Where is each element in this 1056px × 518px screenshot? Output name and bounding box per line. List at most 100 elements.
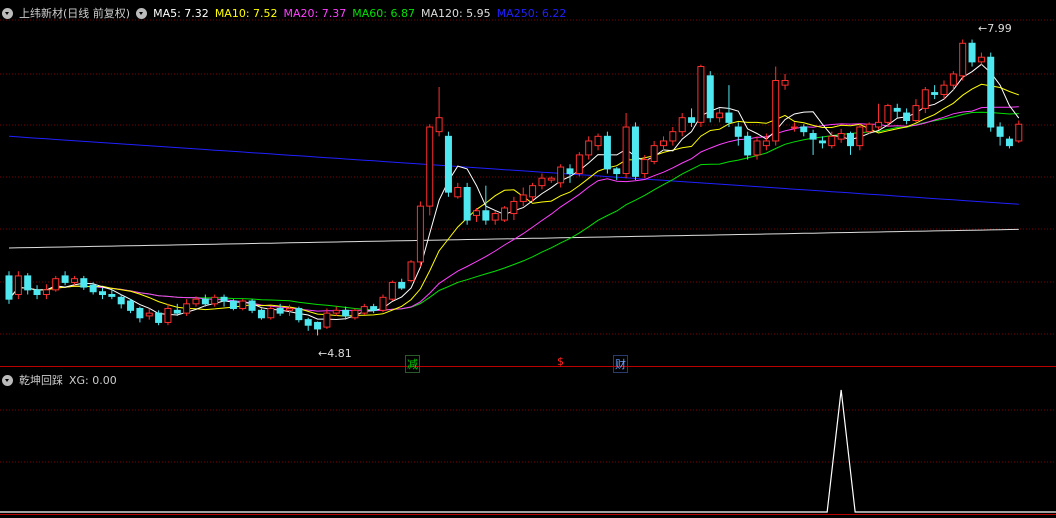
sub-indicator-plot (0, 389, 1056, 513)
candle-body (968, 42, 976, 63)
candle-body (875, 121, 883, 128)
candle-body (884, 105, 892, 123)
candle-body (678, 117, 686, 133)
candle-body (622, 126, 630, 175)
candle-body (5, 275, 13, 300)
ma120-line (8, 228, 1019, 249)
candle-body (828, 135, 836, 147)
candle-body (454, 187, 462, 198)
candle-body (734, 126, 742, 137)
candle-body (547, 177, 555, 181)
candle-body (949, 73, 957, 86)
candle-body (61, 275, 69, 283)
candle-body (931, 92, 939, 95)
candle-body (388, 281, 396, 300)
candle-body (248, 300, 256, 311)
candle-body (70, 278, 78, 283)
main-price-chart[interactable] (0, 0, 1056, 518)
candle-body (575, 154, 583, 175)
candle-body (716, 112, 724, 119)
candle-body (183, 303, 191, 314)
marker-finance[interactable]: 财 (613, 355, 628, 373)
main-legend: 上纬新材(日线 前复权) MA5: 7.32 MA10: 7.52 MA20: … (2, 5, 566, 21)
low-price-label: ←4.81 (318, 347, 352, 360)
candle-body (304, 319, 312, 326)
candle-body (342, 309, 350, 317)
candle-body (201, 298, 209, 305)
candle-body (903, 112, 911, 122)
dropdown-circle-icon[interactable] (2, 374, 13, 386)
dropdown-circle-icon[interactable] (2, 7, 13, 19)
candle-body (706, 75, 714, 119)
high-price-label: ←7.99 (978, 22, 1012, 35)
xg-line (0, 389, 1056, 513)
candle-body (847, 133, 854, 147)
candle-body (529, 185, 537, 198)
ma120-label: MA120: 5.95 (420, 6, 491, 20)
moving-average-lines (8, 63, 1020, 321)
candle-body (893, 107, 901, 112)
candle-body (164, 307, 172, 323)
candle-body (744, 135, 752, 156)
candle-body (790, 126, 798, 129)
candle-body (220, 296, 228, 302)
candle-body (669, 131, 677, 142)
candle-body (351, 309, 359, 319)
candle-body (482, 210, 490, 221)
candle-body (688, 117, 696, 123)
candle-body (603, 135, 611, 170)
candle-body (660, 140, 667, 147)
candle-body (697, 66, 705, 123)
candle-body (426, 126, 434, 207)
candle-body (800, 126, 808, 133)
dropdown-circle-icon[interactable] (136, 7, 148, 19)
candle-body (295, 307, 303, 321)
candle-body (538, 177, 546, 187)
ma250-label: MA250: 6.22 (496, 6, 567, 20)
candle-body (921, 89, 929, 109)
candle-body (519, 194, 527, 202)
ma5-label: MA5: 7.32 (153, 6, 209, 20)
candle-body (631, 126, 639, 177)
candle-body (781, 79, 789, 86)
pane-separator[interactable] (0, 366, 1056, 367)
candle-body (314, 321, 322, 330)
candle-body (398, 281, 406, 289)
candle-body (818, 140, 826, 144)
candle-body (286, 307, 293, 311)
candle-body (463, 187, 471, 221)
candle-body (762, 140, 770, 147)
candlestick-series (5, 39, 1023, 336)
candle-body (416, 205, 424, 263)
candle-body (594, 135, 602, 147)
ma10-label: MA10: 7.52 (214, 6, 278, 20)
candle-body (379, 296, 387, 311)
candle-body (14, 275, 22, 296)
candle-body (959, 42, 967, 77)
ma60-label: MA60: 6.87 (352, 6, 415, 20)
candle-body (276, 307, 284, 314)
stock-title: 上纬新材(日线 前复权) (19, 7, 131, 20)
candle-body (1005, 138, 1013, 147)
pane-bottom-edge (0, 514, 1056, 515)
candle-body (323, 312, 331, 328)
candle-body (566, 168, 574, 175)
candle-body (641, 159, 649, 175)
candle-body (332, 309, 340, 314)
candle-body (136, 307, 144, 319)
candle-body (127, 300, 135, 311)
candle-body (155, 312, 163, 323)
candle-body (987, 56, 995, 128)
candle-body (42, 289, 50, 296)
candle-body (473, 210, 480, 216)
candle-body (1015, 123, 1023, 142)
marker-reduce[interactable]: 减 (405, 355, 420, 373)
candle-body (370, 306, 378, 311)
candle-body (33, 289, 41, 296)
candle-body (912, 105, 920, 122)
candle-body (80, 278, 88, 288)
candle-body (267, 307, 275, 319)
candle-body (725, 112, 733, 123)
marker-dollar[interactable]: $ (556, 355, 565, 368)
candle-body (99, 291, 106, 296)
